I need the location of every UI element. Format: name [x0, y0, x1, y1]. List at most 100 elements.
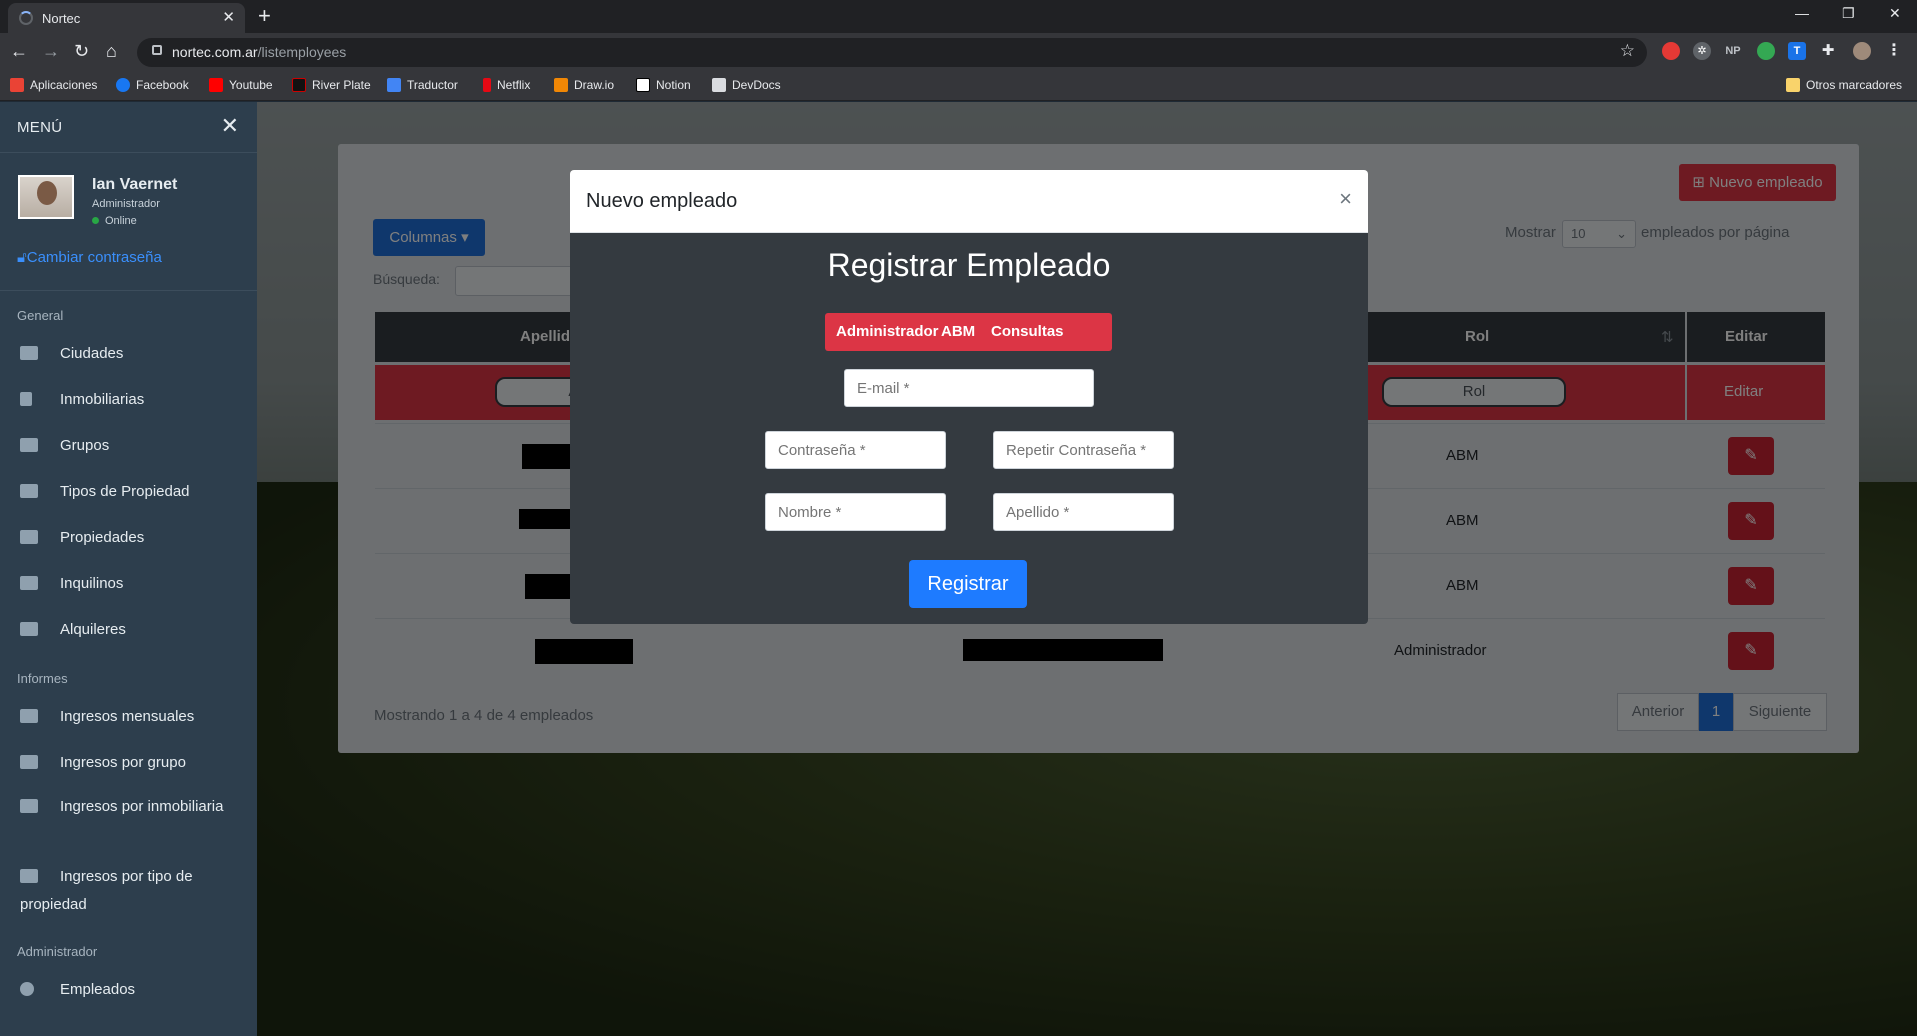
bookmark-other[interactable]: Otros marcadores: [1786, 78, 1902, 92]
close-tab-icon[interactable]: ✕: [222, 8, 235, 26]
browser-menu-icon[interactable]: ⋮: [1885, 42, 1903, 60]
bookmark-netflix[interactable]: Netflix: [483, 78, 530, 92]
surname-field[interactable]: [993, 493, 1174, 531]
extension-gear-icon[interactable]: ✲: [1693, 42, 1711, 60]
sidebar-item-propiedades[interactable]: Propiedades: [20, 529, 144, 546]
loading-icon: [19, 11, 33, 25]
modal-close-icon[interactable]: ×: [1339, 186, 1352, 212]
url-field[interactable]: nortec.com.ar/listemployees ☆: [137, 38, 1647, 67]
forward-icon[interactable]: →: [42, 41, 60, 62]
browser-tab[interactable]: Nortec ✕: [8, 3, 245, 33]
new-tab-icon[interactable]: +: [258, 3, 271, 29]
bookmarks-bar: Aplicaciones Facebook Youtube River Plat…: [0, 71, 1917, 101]
home-icon: [20, 530, 38, 544]
address-bar: ← → ↻ ⌂ nortec.com.ar/listemployees ☆ ✲ …: [0, 33, 1917, 71]
url-path: /listemployees: [257, 44, 347, 60]
user-name: Ian Vaernet: [92, 176, 178, 193]
office-icon: [20, 392, 32, 406]
restore-icon[interactable]: ❐: [1842, 5, 1855, 22]
avatar: [18, 175, 74, 219]
sidebar-item-inmobiliarias[interactable]: Inmobiliarias: [20, 391, 144, 408]
translate-icon: [387, 78, 401, 92]
user-role: Administrador: [92, 198, 160, 210]
role-abm[interactable]: ABM: [941, 323, 975, 340]
notion-icon: [636, 78, 650, 92]
drawio-icon: [554, 78, 568, 92]
new-employee-modal: Nuevo empleado × Registrar Empleado Admi…: [570, 170, 1368, 624]
section-informes: Informes: [17, 671, 68, 686]
section-administrador: Administrador: [17, 944, 98, 959]
bookmark-drawio[interactable]: Draw.io: [554, 78, 614, 92]
extension-green-icon[interactable]: [1757, 42, 1775, 60]
password-field[interactable]: [765, 431, 946, 469]
modal-body: Registrar Empleado Administrador ABM Con…: [570, 233, 1368, 624]
home-icon[interactable]: ⌂: [106, 41, 117, 62]
minimize-icon[interactable]: —: [1795, 5, 1809, 21]
sidebar-header: MENÚ ✕: [0, 102, 257, 153]
register-button[interactable]: Registrar: [909, 560, 1027, 608]
warehouse-icon: [20, 484, 38, 498]
sidebar-item-tipos-propiedad[interactable]: Tipos de Propiedad: [20, 483, 190, 500]
role-administrador[interactable]: Administrador: [836, 323, 939, 340]
bookmark-star-icon[interactable]: ☆: [1620, 41, 1635, 61]
extension-np-icon[interactable]: NP: [1724, 42, 1742, 60]
money-icon: [20, 755, 38, 769]
sidebar-title: MENÚ: [17, 119, 63, 136]
money-icon: [20, 799, 38, 813]
close-menu-icon[interactable]: ✕: [221, 113, 239, 139]
devdocs-icon: [712, 78, 726, 92]
role-selector: Administrador ABM Consultas: [825, 313, 1112, 351]
bookmark-traductor[interactable]: Traductor: [387, 78, 458, 92]
facebook-icon: [116, 78, 130, 92]
change-password-link[interactable]: 🔓︎Cambiar contraseña: [17, 249, 162, 266]
handshake-icon: [20, 622, 38, 636]
bookmark-river-plate[interactable]: River Plate: [292, 78, 371, 92]
sidebar-item-inquilinos[interactable]: Inquilinos: [20, 575, 123, 592]
sidebar-item-grupos[interactable]: Grupos: [20, 437, 109, 454]
users-icon: [20, 576, 38, 590]
unlock-icon: 🔓︎: [17, 249, 27, 266]
extensions-puzzle-icon[interactable]: ✚: [1819, 42, 1837, 60]
sidebar-item-empleados[interactable]: Empleados: [20, 981, 135, 998]
group-icon: [20, 438, 38, 452]
name-field[interactable]: [765, 493, 946, 531]
sidebar-item-alquileres[interactable]: Alquileres: [20, 621, 126, 638]
money-icon: [20, 709, 38, 723]
tab-title: Nortec: [42, 11, 81, 26]
extension-t-icon[interactable]: T: [1788, 42, 1806, 60]
bookmark-aplicaciones[interactable]: Aplicaciones: [10, 78, 97, 92]
lock-icon: [152, 45, 162, 55]
reload-icon[interactable]: ↻: [74, 41, 89, 62]
extension-red-icon[interactable]: [1662, 42, 1680, 60]
sidebar-item-ciudades[interactable]: Ciudades: [20, 345, 123, 362]
youtube-icon: [209, 78, 223, 92]
netflix-icon: [483, 78, 491, 92]
register-heading: Registrar Empleado: [827, 247, 1111, 283]
profile-avatar[interactable]: [1853, 42, 1871, 60]
folder-icon: [1786, 78, 1800, 92]
email-field[interactable]: [844, 369, 1094, 407]
role-consultas[interactable]: Consultas: [991, 323, 1064, 340]
bookmark-youtube[interactable]: Youtube: [209, 78, 273, 92]
section-general: General: [17, 308, 64, 323]
sidebar: MENÚ ✕ Ian Vaernet Administrador Online …: [0, 102, 257, 1036]
river-plate-icon: [292, 78, 306, 92]
building-icon: [20, 346, 38, 360]
bookmark-devdocs[interactable]: DevDocs: [712, 78, 781, 92]
user-panel: Ian Vaernet Administrador Online 🔓︎Cambi…: [0, 153, 257, 291]
browser-tabbar: Nortec ✕ + — ❐ ✕: [0, 0, 1917, 33]
repeat-password-field[interactable]: [993, 431, 1174, 469]
user-circle-icon: [20, 982, 34, 996]
sidebar-item-ingresos-mensuales[interactable]: Ingresos mensuales: [20, 708, 194, 725]
window-close-icon[interactable]: ✕: [1889, 5, 1901, 22]
modal-header: Nuevo empleado ×: [570, 170, 1368, 233]
money-icon: [20, 869, 38, 883]
back-icon[interactable]: ←: [10, 41, 28, 62]
sidebar-item-ingresos-grupo[interactable]: Ingresos por grupo: [20, 754, 186, 771]
bookmark-facebook[interactable]: Facebook: [116, 78, 189, 92]
user-status: Online: [92, 215, 137, 227]
bookmark-notion[interactable]: Notion: [636, 78, 691, 92]
sidebar-item-ingresos-tipo[interactable]: Ingresos por tipo de propiedad: [20, 863, 240, 919]
sidebar-item-ingresos-inmobiliaria[interactable]: Ingresos por inmobiliaria: [20, 793, 240, 821]
url-host: nortec.com.ar: [172, 44, 258, 60]
